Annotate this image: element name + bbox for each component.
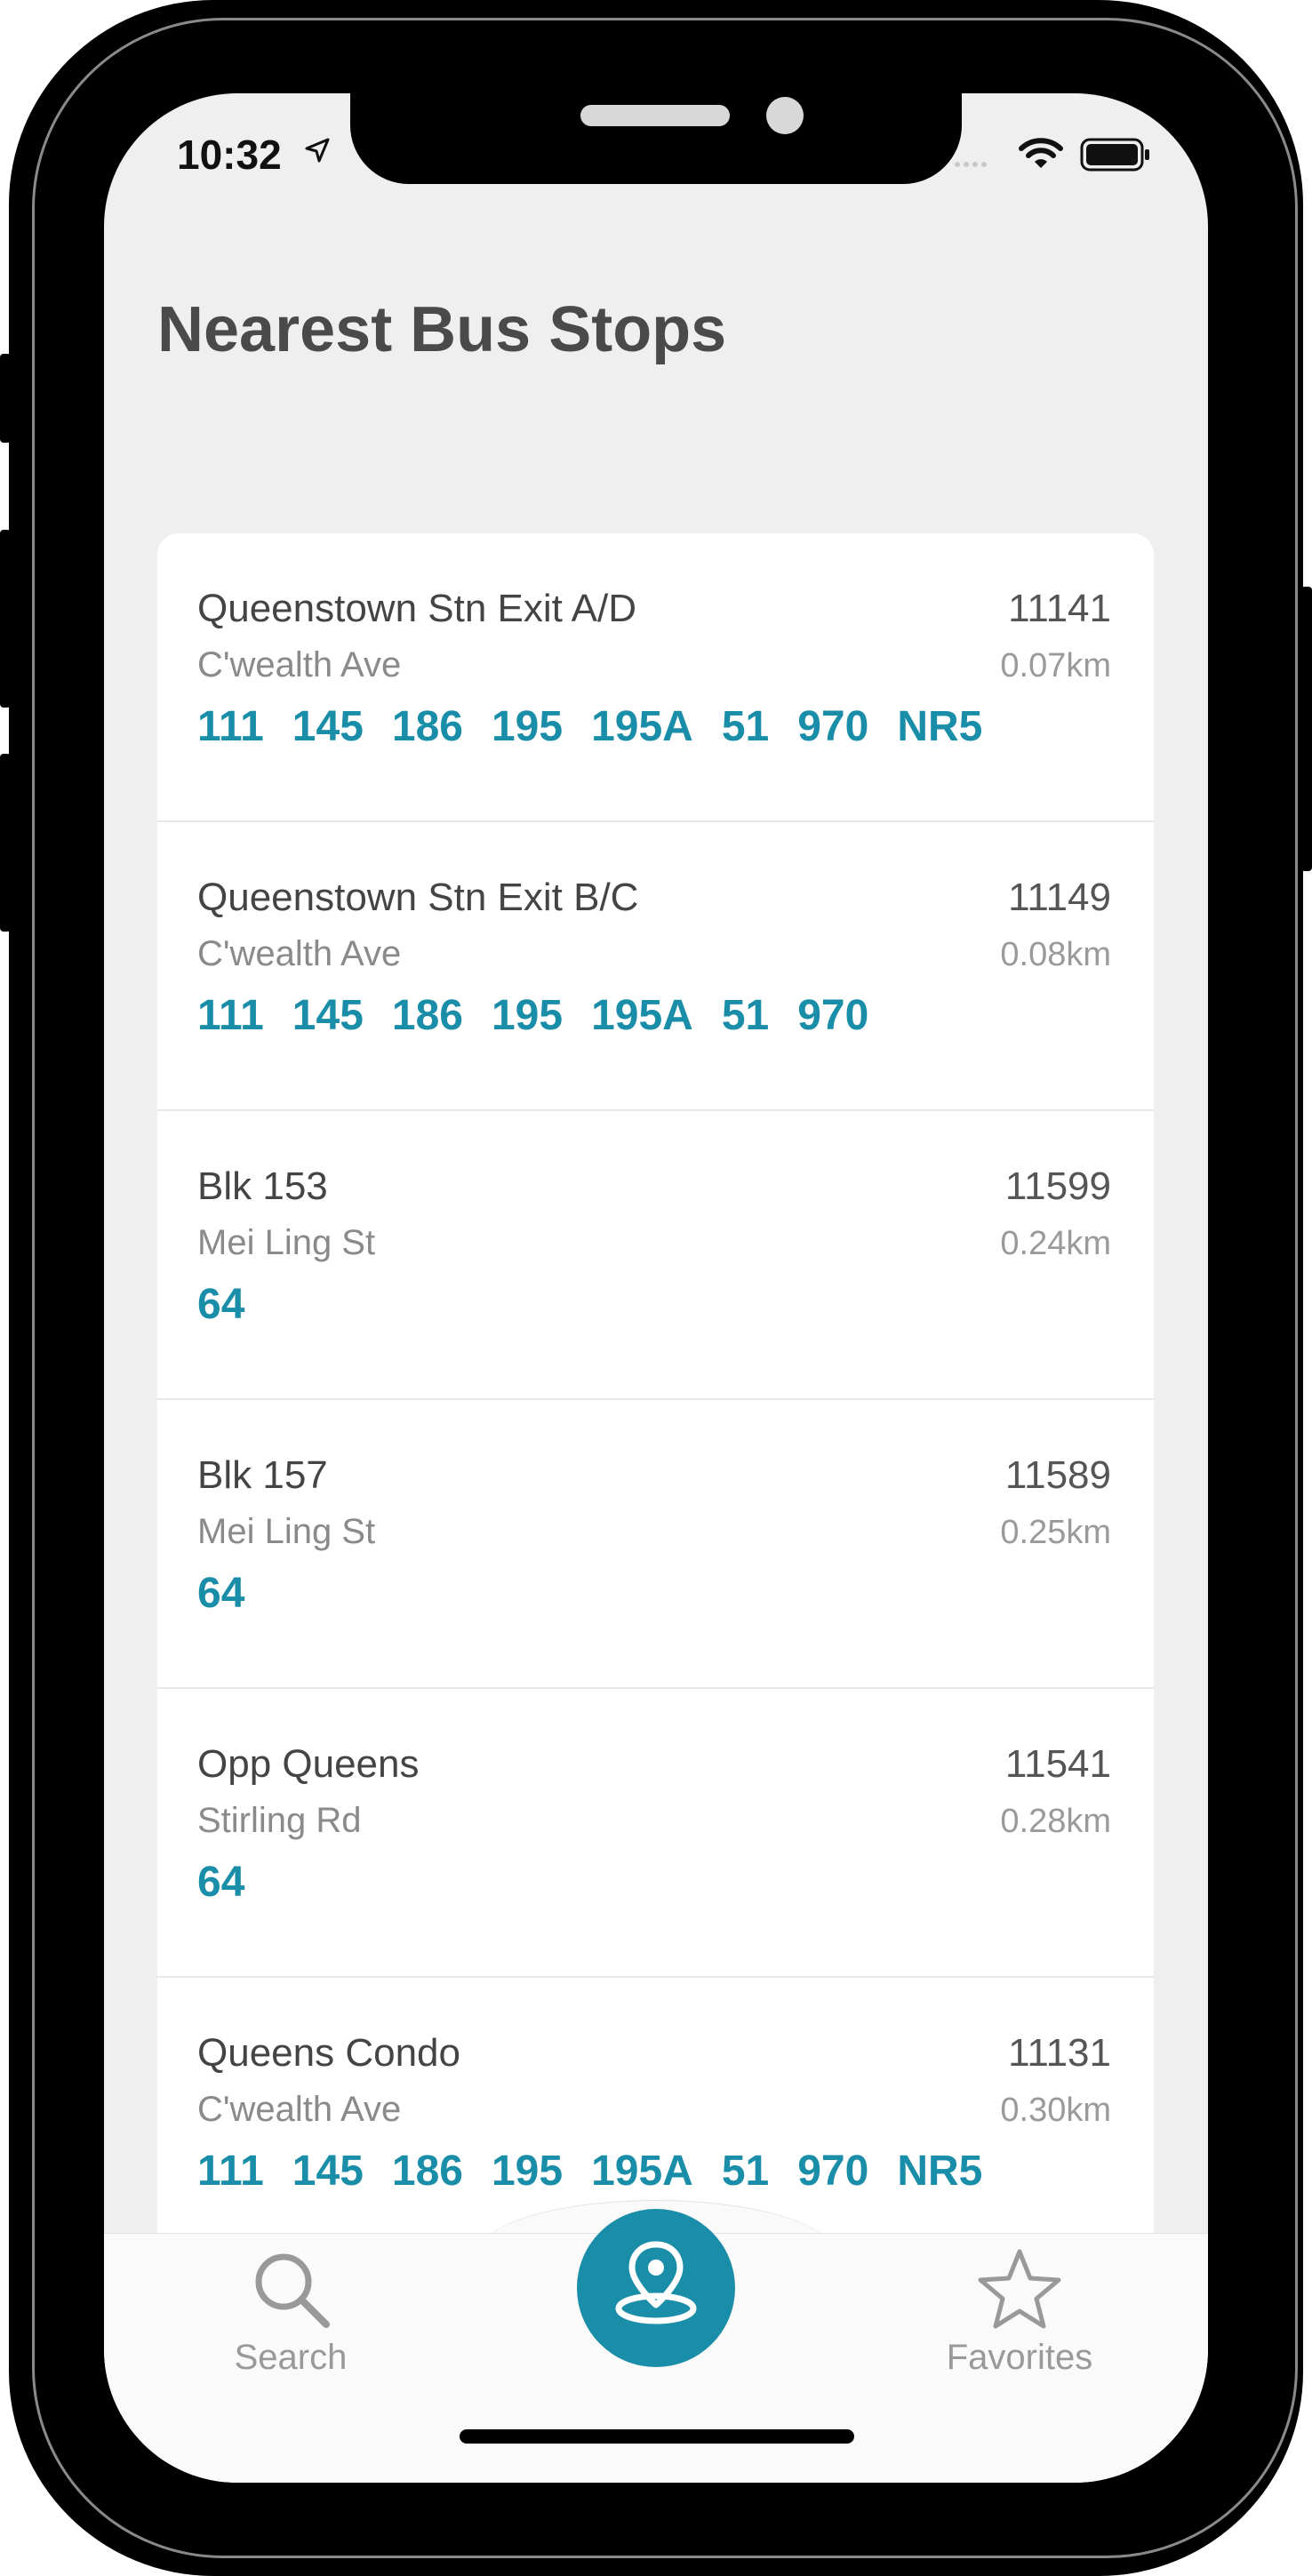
- bus-service: 186: [391, 992, 463, 1039]
- bus-service: 195: [491, 703, 564, 750]
- bus-service: 64: [197, 1281, 245, 1328]
- stop-distance: 0.08km: [1000, 936, 1111, 973]
- tab-favorites[interactable]: Favorites: [931, 2246, 1108, 2378]
- stop-distance: 0.07km: [1000, 647, 1111, 684]
- volume-down-button: [0, 754, 11, 932]
- home-indicator: [460, 2429, 854, 2444]
- stop-code: 11141: [1008, 587, 1111, 630]
- bus-services: 64: [197, 1858, 273, 1907]
- page-title: Nearest Bus Stops: [157, 294, 727, 365]
- location-arrow-icon: [305, 138, 330, 163]
- screen: 10:32 Nearest Bus Stops Queenstown Stn E…: [104, 93, 1208, 2483]
- stop-road: C'wealth Ave: [197, 2090, 402, 2129]
- bus-stop-item[interactable]: Opp Queens 11541 Stirling Rd 0.28km 64: [157, 1689, 1154, 1978]
- signal-icon: [955, 156, 990, 172]
- bus-stop-item[interactable]: Blk 153 11599 Mei Ling St 0.24km 64: [157, 1111, 1154, 1400]
- stop-code: 11149: [1008, 876, 1111, 919]
- tab-favorites-label: Favorites: [946, 2338, 1093, 2377]
- search-icon: [255, 2253, 330, 2328]
- nearby-button[interactable]: [577, 2209, 735, 2367]
- stop-code: 11131: [1008, 2031, 1111, 2075]
- bus-service: 195A: [591, 2148, 693, 2195]
- stop-name: Blk 153: [197, 1164, 328, 1208]
- bus-service: 145: [292, 2148, 364, 2195]
- bus-service: 145: [292, 992, 364, 1039]
- bus-service: 195A: [591, 703, 693, 750]
- bus-service: 64: [197, 1570, 245, 1617]
- bus-service: 111: [197, 703, 264, 750]
- camera: [766, 97, 804, 134]
- battery-icon: [1080, 138, 1149, 172]
- stop-code: 11541: [1004, 1742, 1111, 1786]
- bus-service: 51: [721, 2148, 770, 2195]
- stop-name: Queenstown Stn Exit A/D: [197, 587, 637, 630]
- bus-service: 195: [491, 992, 564, 1039]
- bus-service: 186: [391, 703, 463, 750]
- location-pin-icon: [615, 2241, 697, 2324]
- bus-services: 111 145 186 195 195A 51 970 NR5: [197, 2147, 1011, 2196]
- stop-name: Blk 157: [197, 1453, 328, 1497]
- bus-service: 145: [292, 703, 364, 750]
- bus-stop-list: Queenstown Stn Exit A/D 11141 C'wealth A…: [157, 533, 1154, 2483]
- bus-service: 970: [797, 2148, 869, 2195]
- stop-road: Stirling Rd: [197, 1801, 362, 1840]
- bus-service: 970: [797, 992, 869, 1039]
- stop-road: C'wealth Ave: [197, 645, 402, 684]
- stop-road: Mei Ling St: [197, 1223, 376, 1262]
- bus-services: 111 145 186 195 195A 51 970: [197, 991, 897, 1040]
- wifi-icon: [1019, 138, 1063, 168]
- bus-service: 51: [721, 992, 770, 1039]
- bus-service: 64: [197, 1859, 245, 1906]
- bus-service: NR5: [897, 703, 983, 750]
- bus-service: NR5: [897, 2148, 983, 2195]
- stop-name: Queenstown Stn Exit B/C: [197, 876, 639, 919]
- notch: [350, 93, 962, 184]
- stop-distance: 0.25km: [1000, 1514, 1111, 1551]
- status-time: 10:32: [177, 132, 282, 178]
- star-icon: [978, 2249, 1061, 2329]
- bus-service: 195: [491, 2148, 564, 2195]
- bus-services: 111 145 186 195 195A 51 970 NR5: [197, 702, 1011, 751]
- bus-stop-item[interactable]: Blk 157 11589 Mei Ling St 0.25km 64: [157, 1400, 1154, 1689]
- bus-stop-item[interactable]: Queenstown Stn Exit B/C 11149 C'wealth A…: [157, 822, 1154, 1111]
- tab-search[interactable]: Search: [220, 2246, 362, 2378]
- stop-road: C'wealth Ave: [197, 934, 402, 973]
- bus-stop-item[interactable]: Queenstown Stn Exit A/D 11141 C'wealth A…: [157, 533, 1154, 822]
- stop-road: Mei Ling St: [197, 1512, 376, 1551]
- stop-distance: 0.24km: [1000, 1225, 1111, 1262]
- stop-distance: 0.28km: [1000, 1803, 1111, 1840]
- volume-up-button: [0, 530, 11, 708]
- stop-code: 11589: [1004, 1453, 1111, 1497]
- speaker: [580, 105, 730, 126]
- stop-distance: 0.30km: [1000, 2092, 1111, 2129]
- bus-service: 186: [391, 2148, 463, 2195]
- bus-service: 195A: [591, 992, 693, 1039]
- stop-name: Queens Condo: [197, 2031, 460, 2075]
- stop-code: 11599: [1004, 1164, 1111, 1208]
- bus-service: 111: [197, 2148, 264, 2195]
- mute-switch: [0, 354, 11, 443]
- bus-services: 64: [197, 1280, 273, 1329]
- bus-service: 970: [797, 703, 869, 750]
- stop-name: Opp Queens: [197, 1742, 420, 1786]
- bus-service: 111: [197, 992, 264, 1039]
- bus-service: 51: [721, 703, 770, 750]
- power-button: [1301, 587, 1312, 871]
- tab-search-label: Search: [234, 2338, 348, 2377]
- bus-services: 64: [197, 1569, 273, 1618]
